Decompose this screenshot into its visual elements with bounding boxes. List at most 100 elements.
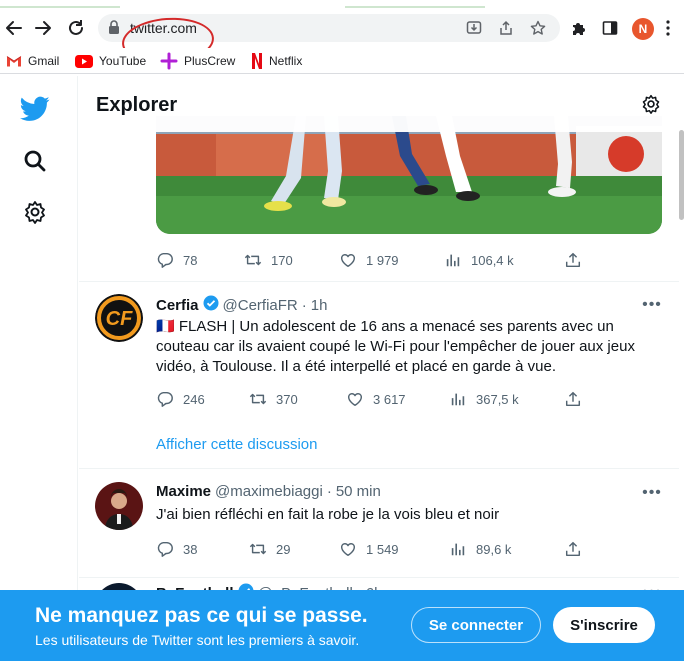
twitter-page: Explorer 78 170 1 979 106,4 k CF Cerfia … <box>0 76 684 661</box>
settings-gear-icon[interactable] <box>20 197 50 227</box>
search-icon[interactable] <box>20 146 50 176</box>
more-options-icon[interactable]: ••• <box>642 296 661 314</box>
retweet-count: 29 <box>276 541 291 557</box>
lock-icon <box>108 20 120 39</box>
bookmark-label: PlusCrew <box>184 54 236 68</box>
retweet-count: 370 <box>276 391 298 407</box>
pluscrew-icon <box>160 52 178 70</box>
author-handle[interactable]: @maximebiaggi <box>215 483 323 500</box>
show-thread-link[interactable]: Afficher cette discussion <box>156 436 317 453</box>
left-navigation <box>0 76 78 661</box>
views-bar-chart-icon <box>446 254 460 267</box>
share-icon[interactable] <box>496 18 516 38</box>
bookmark-label: Netflix <box>269 54 303 68</box>
bookmark-netflix[interactable]: Netflix <box>251 52 302 70</box>
share-upload-icon <box>565 252 581 268</box>
tweet-media-image[interactable] <box>156 116 662 234</box>
bookmark-gmail[interactable]: Gmail <box>6 52 59 70</box>
tweet-maxime[interactable]: Maxime @maximebiaggi · 50 min ••• J'ai b… <box>79 468 679 576</box>
banner-headline: Ne manquez pas ce qui se passe. <box>35 604 368 627</box>
extensions-puzzle-icon[interactable] <box>567 16 591 40</box>
avatar[interactable]: CF <box>95 294 143 342</box>
tweet-text: 🇫🇷 FLASH | Un adolescent de 16 ans a men… <box>156 318 635 375</box>
reload-icon <box>69 20 83 35</box>
author-name[interactable]: Cerfia <box>156 297 199 314</box>
avatar[interactable] <box>95 482 143 530</box>
reload-button[interactable] <box>64 16 88 40</box>
reply-button[interactable]: 38 <box>156 539 197 559</box>
author-handle[interactable]: @CerfiaFR <box>223 297 298 314</box>
retweet-button[interactable]: 29 <box>249 539 290 559</box>
profile-avatar[interactable]: N <box>632 18 654 40</box>
football-photo <box>156 116 662 234</box>
back-arrow-icon <box>6 21 22 35</box>
browser-toolbar: twitter.com N <box>0 8 684 68</box>
views-button[interactable]: 367,5 k <box>449 389 519 409</box>
views-bar-chart-icon <box>451 543 465 556</box>
install-app-icon[interactable] <box>464 18 484 38</box>
cerfia-logo: CF <box>95 294 143 342</box>
retweet-icon <box>244 254 262 266</box>
bookmark-pluscrew[interactable]: PlusCrew <box>160 52 235 70</box>
like-button[interactable]: 1 979 <box>339 250 399 270</box>
separator-dot: · <box>326 483 332 500</box>
youtube-icon <box>75 54 93 68</box>
views-bar-chart-icon <box>451 393 465 406</box>
explore-settings-gear-icon[interactable] <box>641 94 663 116</box>
share-tweet-button[interactable] <box>564 389 582 409</box>
twitter-logo-icon[interactable] <box>18 92 52 126</box>
like-button[interactable]: 1 549 <box>339 539 399 559</box>
explore-header: Explorer <box>79 76 679 132</box>
reply-count: 78 <box>183 252 198 268</box>
login-button[interactable]: Se connecter <box>411 607 541 643</box>
bookmarks-bar: Gmail YouTube PlusCrew Netflix <box>0 48 684 74</box>
signup-banner: Ne manquez pas ce qui se passe. Les util… <box>0 590 684 661</box>
page-title: Explorer <box>96 94 178 116</box>
like-button[interactable]: 3 617 <box>346 389 406 409</box>
reply-button[interactable]: 78 <box>156 250 197 270</box>
bookmark-youtube[interactable]: YouTube <box>75 52 146 70</box>
share-tweet-button[interactable] <box>564 250 582 270</box>
author-name[interactable]: Maxime <box>156 483 211 500</box>
bookmark-label: YouTube <box>99 54 147 68</box>
tweet-timestamp[interactable]: 50 min <box>336 483 381 500</box>
tweet-text: J'ai bien réfléchi en fait la robe je la… <box>156 506 500 523</box>
share-upload-icon <box>565 541 581 557</box>
share-tweet-button[interactable] <box>564 539 582 559</box>
tweet-cerfia[interactable]: CF Cerfia @CerfiaFR · 1h ••• 🇫🇷 FLASH | … <box>79 281 679 467</box>
views-button[interactable]: 106,4 k <box>444 250 514 270</box>
reply-icon <box>157 541 173 557</box>
banner-subline: Les utilisateurs de Twitter sont les pre… <box>35 632 360 648</box>
page-scrollbar[interactable] <box>679 130 684 220</box>
retweet-button[interactable]: 170 <box>244 250 293 270</box>
signup-button[interactable]: S'inscrire <box>553 607 655 643</box>
reply-icon <box>157 252 173 268</box>
reply-button[interactable]: 246 <box>156 389 205 409</box>
like-count: 1 549 <box>366 541 399 557</box>
views-button[interactable]: 89,6 k <box>449 539 511 559</box>
view-count: 106,4 k <box>471 252 514 268</box>
more-options-icon[interactable]: ••• <box>642 484 661 502</box>
forward-arrow-icon <box>35 21 51 35</box>
bookmark-star-icon[interactable] <box>528 18 548 38</box>
view-count: 89,6 k <box>476 541 512 557</box>
view-count: 367,5 k <box>476 391 519 407</box>
gmail-icon <box>6 55 22 67</box>
tweet-header: Maxime @maximebiaggi · 50 min <box>156 483 381 500</box>
main-column: Explorer 78 170 1 979 106,4 k CF Cerfia … <box>79 76 679 661</box>
bookmark-label: Gmail <box>28 54 60 68</box>
back-button[interactable] <box>2 16 26 40</box>
forward-button[interactable] <box>31 16 55 40</box>
netflix-icon <box>252 53 262 69</box>
heart-icon <box>340 254 356 268</box>
side-panel-icon[interactable] <box>598 16 622 40</box>
separator-dot: · <box>301 296 307 314</box>
retweet-button[interactable]: 370 <box>249 389 298 409</box>
tweet-actions: 246 370 3 617 367,5 k <box>156 389 596 409</box>
reply-count: 38 <box>183 541 198 557</box>
retweet-count: 170 <box>271 252 293 268</box>
chrome-menu-icon[interactable] <box>656 16 680 40</box>
tweet-timestamp[interactable]: 1h <box>311 297 328 314</box>
verified-badge-icon <box>203 295 219 315</box>
retweet-icon <box>249 543 267 555</box>
